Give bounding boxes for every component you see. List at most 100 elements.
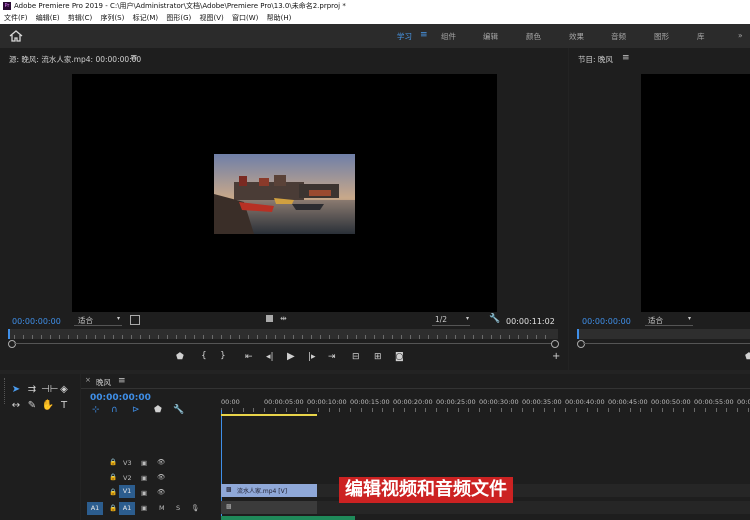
eye-icon[interactable]: 👁 — [157, 458, 165, 466]
wrench-icon[interactable]: 🔧 — [489, 314, 500, 324]
microphone-icon[interactable]: 🎙 — [191, 504, 199, 512]
work-area-bar[interactable] — [221, 414, 317, 416]
step-forward-icon[interactable]: |▸ — [308, 352, 316, 362]
snap-icon[interactable]: ∩ — [111, 405, 118, 415]
close-tab-icon[interactable]: × — [85, 376, 91, 384]
source-video-frame[interactable] — [72, 74, 497, 312]
selection-tool-icon[interactable]: ➤ — [9, 383, 23, 397]
go-to-in-icon[interactable]: ⇤ — [245, 352, 253, 362]
workspace-tab-libraries[interactable]: 库 — [697, 31, 705, 42]
source-zoom-end-handle[interactable] — [551, 340, 559, 348]
lock-icon[interactable]: 🔒 — [109, 504, 117, 512]
slip-tool-icon[interactable]: ↔ — [9, 399, 23, 413]
track-label-v1[interactable]: V1 — [119, 485, 135, 498]
workspace-overflow-button[interactable]: » — [738, 31, 743, 40]
source-playhead[interactable] — [8, 329, 10, 339]
source-zoom-bar[interactable] — [14, 343, 552, 344]
linked-selection-icon[interactable]: ⊳ — [132, 405, 140, 415]
source-fit-dropdown[interactable]: 适合 ▾ — [74, 315, 122, 326]
program-time-ruler[interactable] — [577, 329, 750, 339]
safe-margins-icon[interactable] — [130, 315, 140, 325]
nest-icon[interactable]: ⊹ — [92, 405, 100, 415]
source-timecode[interactable]: 00:00:00:00 — [12, 317, 61, 326]
timeline-tab-title[interactable]: 晚风 — [96, 377, 111, 388]
source-patch-a1[interactable]: A1 — [87, 502, 103, 515]
audio-clip[interactable]: ▩ — [221, 501, 317, 514]
workspace-tab-editing[interactable]: 编辑 — [483, 31, 498, 42]
insert-overwrite-icon[interactable] — [266, 315, 273, 322]
camera-icon[interactable]: ◙ — [395, 352, 404, 362]
ruler-tick — [203, 335, 204, 339]
program-playhead[interactable] — [577, 329, 579, 339]
program-zoom-bar[interactable] — [583, 343, 750, 344]
step-back-icon[interactable]: ◂| — [266, 352, 274, 362]
drag-video-icon[interactable]: ⇹ — [280, 314, 287, 323]
program-add-marker-icon[interactable]: ⬟ — [745, 352, 750, 362]
workspace-tab-effects[interactable]: 效果 — [569, 31, 584, 42]
workspace-tab-learning[interactable]: 学习 — [397, 31, 412, 42]
lock-icon[interactable]: 🔒 — [109, 473, 117, 481]
type-tool-icon[interactable]: T — [57, 399, 71, 413]
insert-icon[interactable]: ⊟ — [352, 352, 360, 362]
program-timecode[interactable]: 00:00:00:00 — [582, 317, 631, 326]
home-icon[interactable] — [9, 30, 23, 42]
menu-view[interactable]: 视图(V) — [199, 14, 223, 22]
workspace-tab-color[interactable]: 颜色 — [526, 31, 541, 42]
video-clip[interactable]: ▩ 流水人家.mp4 [V] — [221, 484, 317, 497]
ruler-tick — [382, 408, 384, 412]
program-zoom-handle[interactable] — [577, 340, 585, 348]
pen-tool-icon[interactable]: ✎ — [25, 399, 39, 413]
solo-button[interactable]: S — [176, 504, 180, 512]
workspace-menu-icon[interactable]: ≡ — [420, 30, 428, 40]
mark-out-icon[interactable]: } — [220, 351, 226, 361]
menu-graphics[interactable]: 图形(G) — [166, 14, 191, 22]
mark-in-icon[interactable]: { — [201, 351, 207, 361]
play-icon[interactable]: ▶ — [287, 351, 295, 362]
source-zoom-start-handle[interactable] — [8, 340, 16, 348]
add-marker-icon[interactable]: ⬟ — [176, 352, 184, 362]
eye-icon[interactable]: 👁 — [157, 488, 165, 496]
timeline-marker-icon[interactable]: ⬟ — [154, 405, 162, 415]
menu-file[interactable]: 文件(F) — [4, 14, 28, 22]
menu-markers[interactable]: 标记(M) — [133, 14, 159, 22]
track-label-v3[interactable]: V3 — [123, 459, 132, 467]
film-icon[interactable]: ▣ — [141, 489, 147, 497]
source-time-ruler[interactable] — [8, 329, 558, 339]
program-fit-dropdown[interactable]: 适合 ▾ — [645, 315, 693, 326]
timeline-time-ruler[interactable]: 00:00 00:00:05:00 00:00:10:00 00:00:15:00 00… — [221, 396, 750, 416]
source-panel-title[interactable]: 源: 晚风: 流水人家.mp4: 00:00:00:00 — [9, 54, 141, 65]
film-icon[interactable]: ▣ — [141, 504, 147, 512]
menu-edit[interactable]: 编辑(E) — [36, 14, 60, 22]
timeline-settings-wrench-icon[interactable]: 🔧 — [173, 405, 184, 415]
menu-clip[interactable]: 剪辑(C) — [68, 14, 92, 22]
lock-icon[interactable]: 🔒 — [109, 488, 117, 496]
film-icon[interactable]: ▣ — [141, 474, 147, 482]
razor-tool-icon[interactable]: ◈ — [57, 383, 71, 397]
overwrite-icon[interactable]: ⊞ — [374, 352, 382, 362]
mute-button[interactable]: M — [159, 504, 165, 512]
menu-help[interactable]: 帮助(H) — [267, 14, 292, 22]
track-label-a1[interactable]: A1 — [119, 502, 135, 515]
eye-icon[interactable]: 👁 — [157, 473, 165, 481]
track-label-v2[interactable]: V2 — [123, 474, 132, 482]
lock-icon[interactable]: 🔒 — [109, 458, 117, 466]
ruler-tick — [468, 408, 470, 412]
source-panel-menu-icon[interactable]: ≡ — [130, 53, 138, 63]
program-panel-menu-icon[interactable]: ≡ — [622, 53, 630, 63]
program-video-frame[interactable] — [641, 74, 750, 312]
add-button-icon[interactable]: + — [552, 351, 560, 362]
menu-sequence[interactable]: 序列(S) — [100, 14, 124, 22]
timeline-menu-icon[interactable]: ≡ — [118, 376, 126, 386]
program-panel-title[interactable]: 节目: 晚风 — [578, 54, 613, 65]
go-to-out-icon[interactable]: ⇥ — [328, 352, 336, 362]
track-select-tool-icon[interactable]: ⇉ — [25, 383, 39, 397]
timeline-timecode[interactable]: 00:00:00:00 — [90, 393, 151, 403]
workspace-tab-graphics[interactable]: 图形 — [654, 31, 669, 42]
resolution-dropdown[interactable]: 1/2 ▾ — [432, 315, 470, 326]
menu-window[interactable]: 窗口(W) — [232, 14, 258, 22]
workspace-tab-audio[interactable]: 音频 — [611, 31, 626, 42]
workspace-tab-assembly[interactable]: 组件 — [441, 31, 456, 42]
ripple-edit-tool-icon[interactable]: ⊣⊢ — [41, 383, 58, 397]
film-icon[interactable]: ▣ — [141, 459, 147, 467]
hand-tool-icon[interactable]: ✋ — [41, 399, 55, 413]
